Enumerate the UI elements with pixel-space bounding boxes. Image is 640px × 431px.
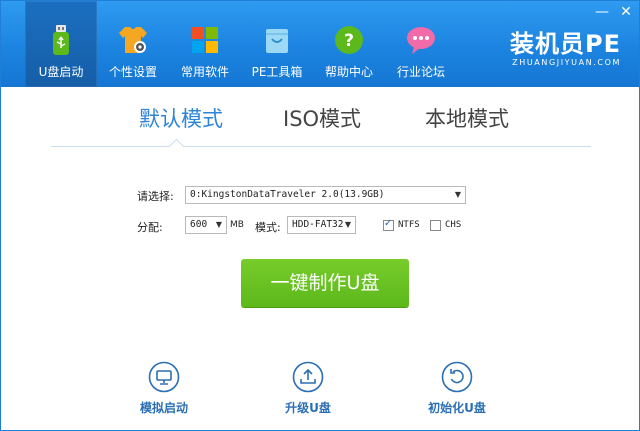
minimize-button[interactable]: — (595, 5, 609, 19)
brand-logo: 装机员PE ZHUANGJIYUAN.COM (510, 31, 621, 69)
nav-item-help[interactable]: ? 帮助中心 (313, 1, 385, 87)
restore-icon (441, 361, 473, 393)
windows-tiles-icon (192, 27, 218, 53)
mode-tabs: 默认模式 ISO模式 本地模式 (1, 87, 639, 147)
window-controls: — ✕ (595, 5, 633, 19)
nav-label: U盘启动 (38, 65, 84, 79)
nav-label: 常用软件 (180, 65, 229, 79)
tab-local-mode[interactable]: 本地模式 (425, 103, 509, 133)
logo-main-text: 装机员PE (510, 30, 621, 58)
device-select[interactable]: 0:KingstonDataTraveler 2.0(13.9GB) ▼ (185, 186, 466, 204)
upload-icon (292, 361, 324, 393)
nav-item-personalize[interactable]: 个性设置 (97, 1, 169, 87)
main-nav: U盘启动 个性设置 常用软件 PE工具箱 ? 帮助中心 行业论坛 (25, 1, 457, 87)
nav-label: 行业论坛 (396, 65, 445, 79)
tab-default-mode[interactable]: 默认模式 (139, 103, 223, 133)
action-label: 升级U盘 (285, 401, 331, 415)
header-bar: — ✕ U盘启动 个性设置 常用软件 PE工具箱 ? 帮助中心 行业论坛 装机员… (1, 1, 639, 87)
alloc-size-select[interactable]: 600 ▼ (185, 216, 227, 234)
tshirt-gear-icon (119, 27, 147, 53)
app-window: — ✕ U盘启动 个性设置 常用软件 PE工具箱 ? 帮助中心 行业论坛 装机员… (0, 0, 640, 431)
device-select-value: 0:KingstonDataTraveler 2.0(13.9GB) (190, 189, 385, 200)
nav-item-forum[interactable]: 行业论坛 (385, 1, 457, 87)
format-mode-value: HDD-FAT32 (292, 219, 344, 230)
alloc-unit: MB (230, 220, 244, 230)
tab-iso-mode[interactable]: ISO模式 (283, 103, 361, 133)
nav-label: 个性设置 (108, 65, 157, 79)
dropdown-arrow-icon: ▼ (344, 220, 351, 229)
init-usb-button[interactable]: 初始化U盘 (407, 361, 507, 416)
shopping-bag-icon (266, 29, 288, 53)
make-usb-button[interactable]: 一键制作U盘 (241, 259, 409, 307)
chat-bubble-icon (407, 27, 435, 54)
upgrade-usb-button[interactable]: 升级U盘 (258, 361, 358, 416)
dropdown-arrow-icon: ▼ (454, 190, 461, 199)
help-question-icon: ? (335, 26, 363, 54)
nav-item-software[interactable]: 常用软件 (169, 1, 241, 87)
alloc-label: 分配: (137, 221, 163, 234)
format-mode-select[interactable]: HDD-FAT32 ▼ (287, 216, 356, 234)
nav-item-usb-boot[interactable]: U盘启动 (25, 1, 97, 87)
nav-item-pe-toolbox[interactable]: PE工具箱 (241, 1, 313, 87)
ntfs-checkbox[interactable] (383, 218, 394, 231)
alloc-size-value: 600 (190, 219, 208, 230)
nav-label: PE工具箱 (251, 65, 303, 79)
monitor-icon (148, 361, 180, 393)
ntfs-label: NTFS (398, 220, 420, 230)
close-button[interactable]: ✕ (619, 5, 633, 19)
chs-label: CHS (445, 220, 462, 230)
usb-drive-icon (53, 25, 69, 55)
device-label: 请选择: (137, 190, 174, 203)
action-label: 初始化U盘 (428, 401, 486, 415)
action-label: 模拟启动 (139, 401, 188, 415)
mode-label: 模式: (255, 221, 281, 234)
chs-checkbox[interactable] (430, 220, 441, 231)
dropdown-arrow-icon: ▼ (215, 220, 222, 229)
simulate-boot-button[interactable]: 模拟启动 (114, 361, 214, 416)
tab-divider (51, 146, 591, 147)
svg-text:?: ? (344, 31, 354, 51)
logo-sub-text: ZHUANGJIYUAN.COM (512, 58, 621, 67)
nav-label: 帮助中心 (324, 65, 373, 79)
